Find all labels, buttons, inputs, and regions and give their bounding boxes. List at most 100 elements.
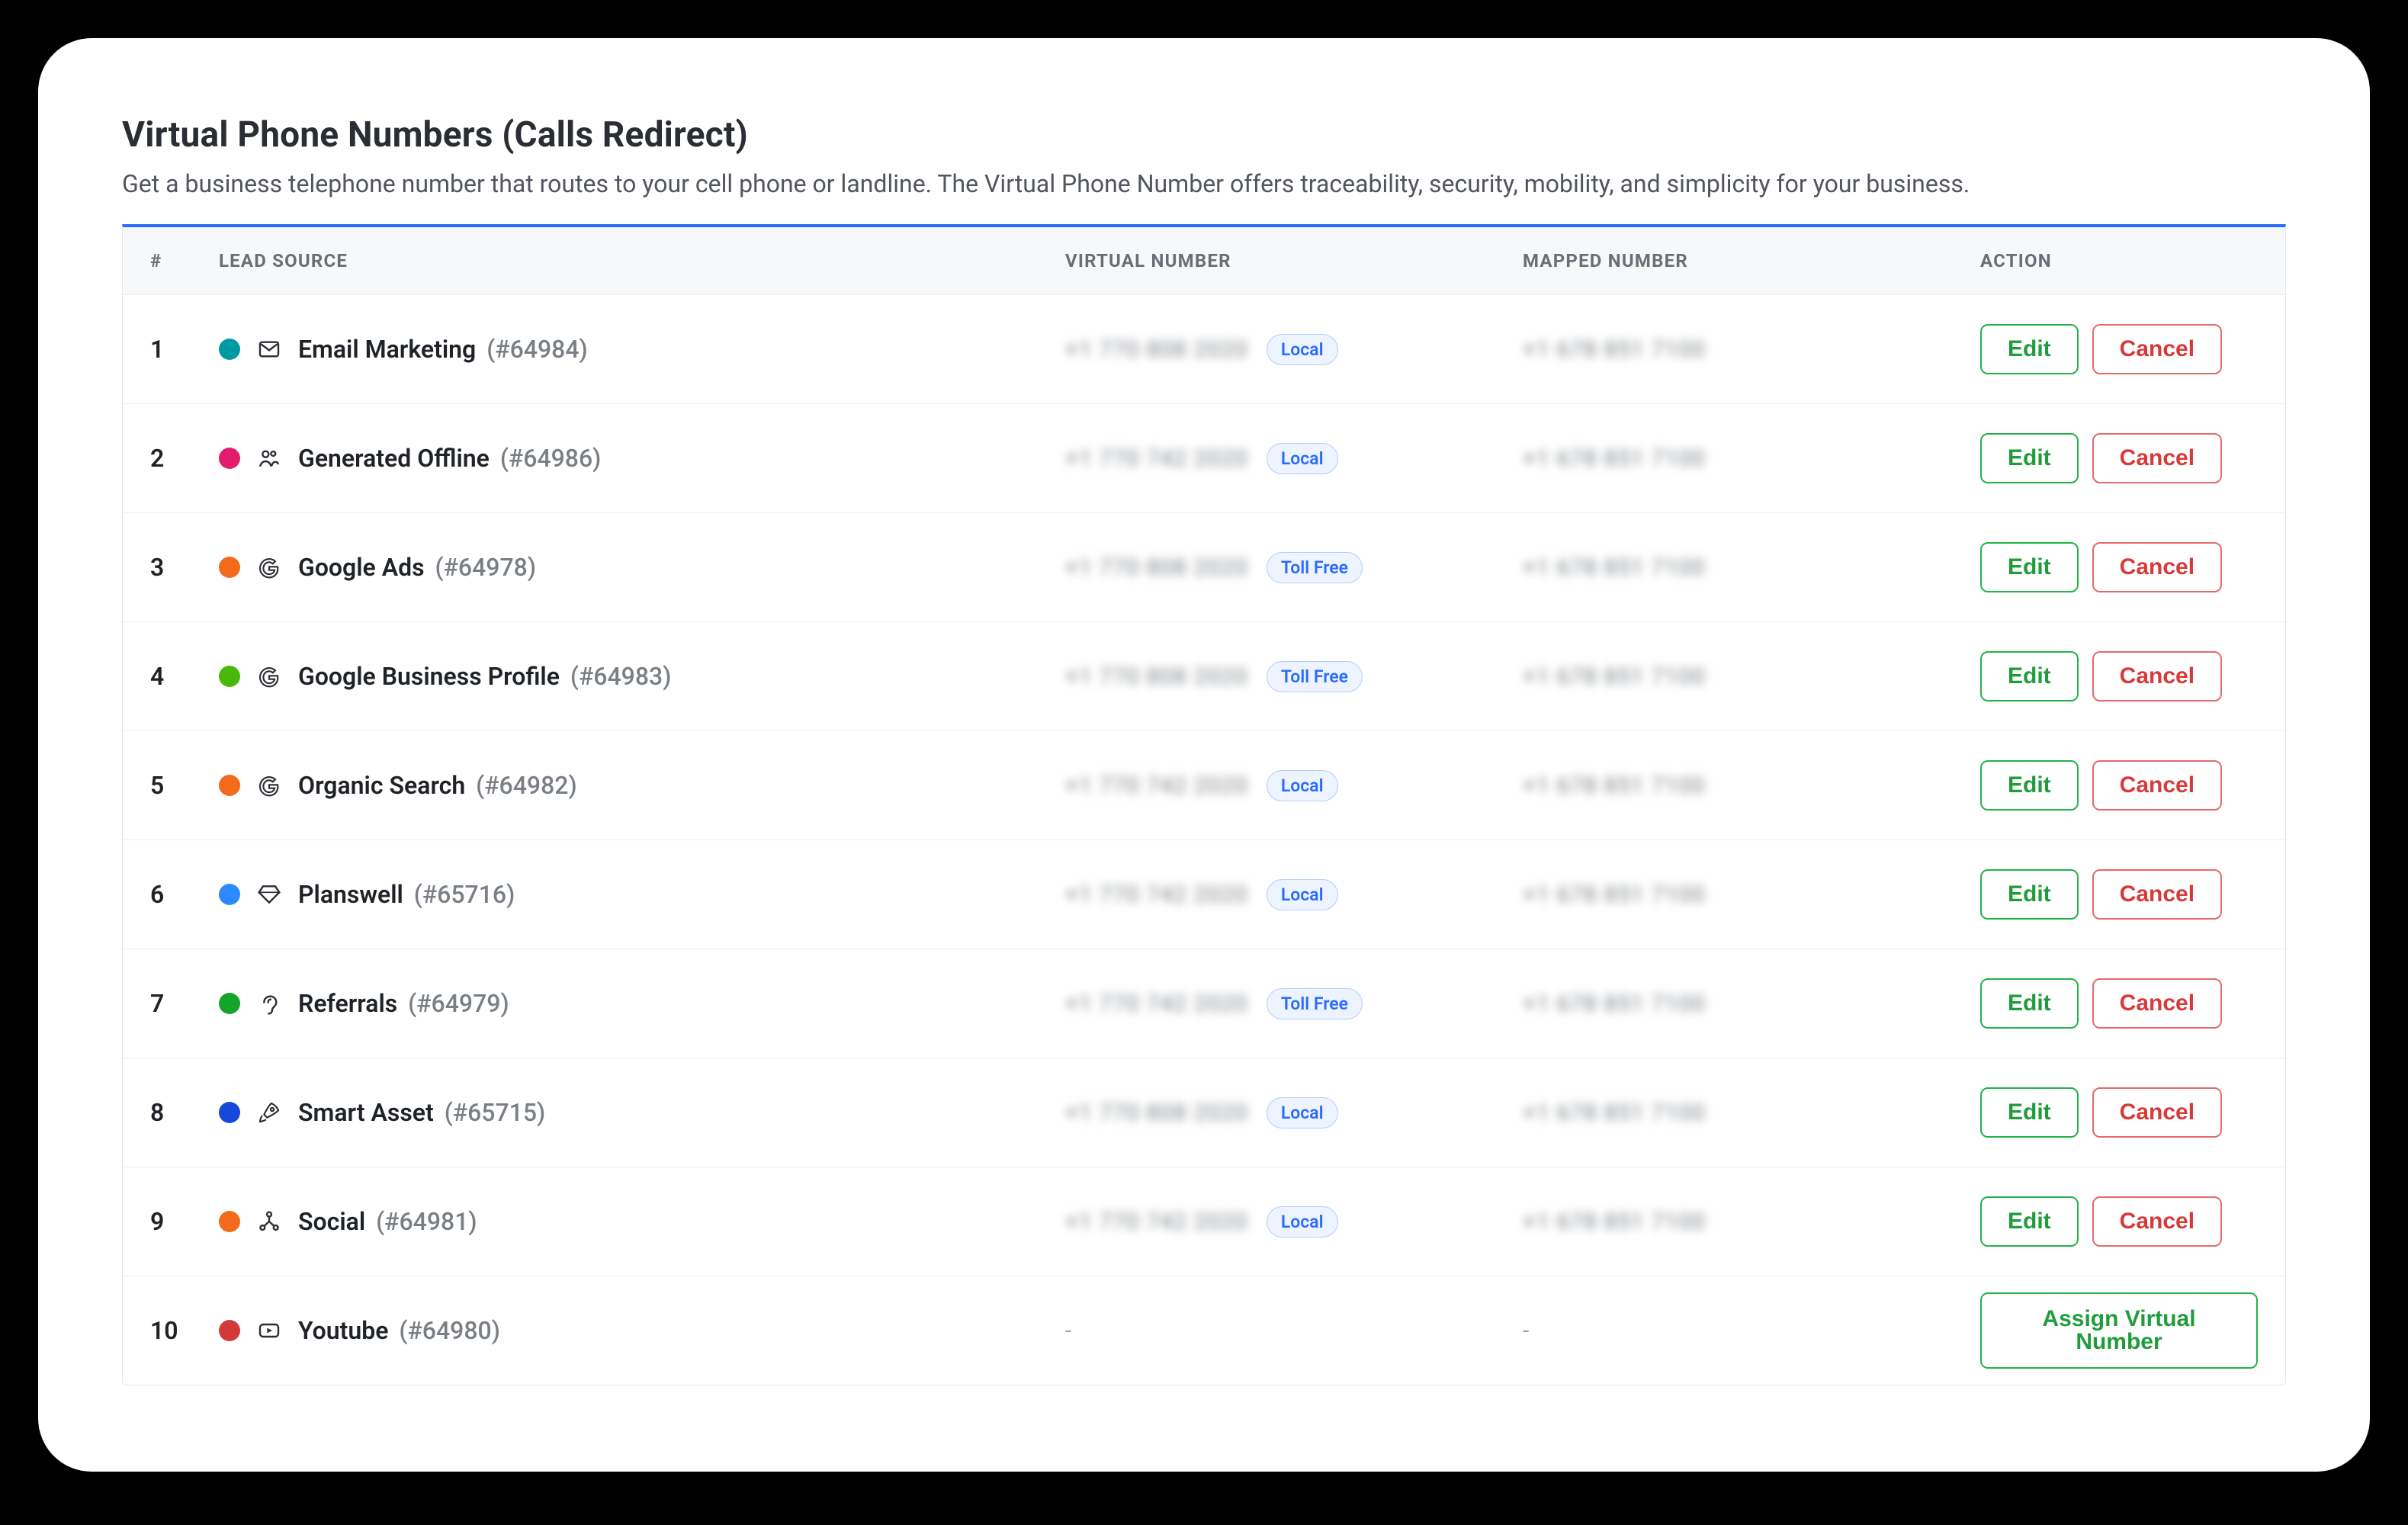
lead-color-dot xyxy=(219,1211,240,1232)
cell-actions: Edit Cancel xyxy=(1980,542,2258,592)
lead-source-label: Organic Search (#64982) xyxy=(298,771,577,800)
table-row: 6Planswell (#65716)+1 770 742 2020Local+… xyxy=(123,840,2285,949)
cancel-button[interactable]: Cancel xyxy=(2092,542,2222,592)
lead-color-dot xyxy=(219,884,240,905)
cancel-button[interactable]: Cancel xyxy=(2092,433,2222,483)
cancel-button[interactable]: Cancel xyxy=(2092,760,2222,811)
google-icon xyxy=(257,773,281,798)
col-header-action: ACTION xyxy=(1980,250,2258,271)
table-row: 2 Generated Offline (#64986) +1 770 742 20… xyxy=(123,403,2285,512)
cell-virtual-number: - xyxy=(1065,1318,1523,1344)
rocket-icon xyxy=(257,1100,281,1125)
mapped-number-value: +1 678 851 7100 xyxy=(1523,881,1706,908)
lead-source-label: Email Marketing (#64984) xyxy=(298,335,588,364)
cell-actions: Edit Cancel xyxy=(1980,760,2258,811)
lead-source-label: Generated Offline (#64986) xyxy=(298,444,601,473)
cell-mapped-number: +1 678 851 7100 xyxy=(1523,772,1980,799)
google-icon xyxy=(257,555,281,580)
lead-color-dot xyxy=(219,775,240,796)
cancel-button[interactable]: Cancel xyxy=(2092,978,2222,1029)
edit-button[interactable]: Edit xyxy=(1980,542,2079,592)
numbers-table: # LEAD SOURCE VIRTUAL NUMBER MAPPED NUMB… xyxy=(122,224,2286,1385)
edit-button[interactable]: Edit xyxy=(1980,978,2079,1029)
lead-source-label: Google Ads (#64978) xyxy=(298,553,536,582)
lead-color-dot xyxy=(219,448,240,469)
edit-button[interactable]: Edit xyxy=(1980,651,2079,702)
cancel-button[interactable]: Cancel xyxy=(2092,1087,2222,1138)
edit-button[interactable]: Edit xyxy=(1980,433,2079,483)
cell-virtual-number: +1 770 808 2020Toll Free xyxy=(1065,552,1523,583)
number-type-pill: Local xyxy=(1267,879,1338,910)
lead-source-label: Google Business Profile (#64983) xyxy=(298,662,671,691)
cell-virtual-number: +1 770 808 2020Toll Free xyxy=(1065,661,1523,692)
edit-button[interactable]: Edit xyxy=(1980,1196,2079,1247)
cell-virtual-number: +1 770 742 2020Local xyxy=(1065,443,1523,474)
cell-mapped-number: +1 678 851 7100 xyxy=(1523,990,1980,1017)
cell-index: 2 xyxy=(150,444,219,473)
google-icon xyxy=(257,664,281,689)
cell-virtual-number: +1 770 742 2020 Local xyxy=(1065,879,1523,910)
cancel-button[interactable]: Cancel xyxy=(2092,1196,2222,1247)
col-header-lead-source: LEAD SOURCE xyxy=(219,250,1065,271)
cell-actions: Edit Cancel xyxy=(1980,651,2258,702)
virtual-number-value: +1 770 742 2020 xyxy=(1065,772,1248,799)
table-header: # LEAD SOURCE VIRTUAL NUMBER MAPPED NUMB… xyxy=(123,227,2285,294)
cell-lead-source: Referrals (#64979) xyxy=(219,989,1065,1018)
cell-lead-source: Generated Offline (#64986) xyxy=(219,444,1065,473)
cell-index: 9 xyxy=(150,1207,219,1236)
virtual-number-value: +1 770 808 2020 xyxy=(1065,554,1248,581)
mapped-number-value: +1 678 851 7100 xyxy=(1523,772,1706,799)
cancel-button[interactable]: Cancel xyxy=(2092,869,2222,920)
mapped-number-value: +1 678 851 7100 xyxy=(1523,1100,1706,1126)
virtual-number-value: +1 770 742 2020 xyxy=(1065,990,1248,1017)
cell-lead-source: Youtube (#64980) xyxy=(219,1316,1065,1345)
mapped-number-value: +1 678 851 7100 xyxy=(1523,445,1706,472)
edit-button[interactable]: Edit xyxy=(1980,324,2079,374)
edit-button[interactable]: Edit xyxy=(1980,1087,2079,1138)
edit-button[interactable]: Edit xyxy=(1980,869,2079,920)
cell-lead-source: Social (#64981) xyxy=(219,1207,1065,1236)
cell-actions: Edit Cancel xyxy=(1980,433,2258,483)
mapped-number-value: +1 678 851 7100 xyxy=(1523,554,1706,581)
number-type-pill: Local xyxy=(1267,334,1338,365)
cell-virtual-number: +1 770 742 2020Toll Free xyxy=(1065,988,1523,1019)
assign-virtual-number-button[interactable]: Assign Virtual Number xyxy=(1980,1292,2258,1369)
youtube-icon xyxy=(257,1318,281,1343)
cell-mapped-number: +1 678 851 7100 xyxy=(1523,336,1980,363)
virtual-number-value: +1 770 742 2020 xyxy=(1065,1209,1248,1235)
cell-actions: Edit Cancel xyxy=(1980,869,2258,920)
table-row: 9Social (#64981)+1 770 742 2020 Local +1 6… xyxy=(123,1167,2285,1276)
page-subtitle: Get a business telephone number that rou… xyxy=(122,169,2286,198)
cell-mapped-number: +1 678 851 7100 xyxy=(1523,1100,1980,1126)
table-body: 1Email Marketing (#64984)+1 770 808 2020… xyxy=(123,294,2285,1385)
cancel-button[interactable]: Cancel xyxy=(2092,651,2222,702)
number-type-pill: Local xyxy=(1267,770,1338,801)
col-header-virtual-number: VIRTUAL NUMBER xyxy=(1065,250,1523,271)
table-row: 3 Google Ads (#64978) +1 770 808 2020Toll … xyxy=(123,512,2285,621)
cancel-button[interactable]: Cancel xyxy=(2092,324,2222,374)
cell-index: 3 xyxy=(150,553,219,582)
share-icon xyxy=(257,1209,281,1234)
cell-actions: Edit Cancel xyxy=(1980,1087,2258,1138)
lead-color-dot xyxy=(219,666,240,687)
cell-actions: Edit Cancel xyxy=(1980,324,2258,374)
content-card: Virtual Phone Numbers (Calls Redirect) G… xyxy=(38,38,2370,1472)
cell-index: 8 xyxy=(150,1098,219,1127)
lead-source-label: Planswell (#65716) xyxy=(298,880,515,909)
cell-index: 4 xyxy=(150,662,219,691)
mail-icon xyxy=(257,337,281,361)
number-type-pill: Toll Free xyxy=(1267,661,1363,692)
cell-index: 6 xyxy=(150,880,219,909)
number-type-pill: Local xyxy=(1267,1206,1338,1238)
lead-source-label: Smart Asset (#65715) xyxy=(298,1098,545,1127)
lead-color-dot xyxy=(219,993,240,1014)
cell-lead-source: Email Marketing (#64984) xyxy=(219,335,1065,364)
edit-button[interactable]: Edit xyxy=(1980,760,2079,811)
virtual-number-value: +1 770 742 2020 xyxy=(1065,881,1248,908)
cell-mapped-number: +1 678 851 7100 xyxy=(1523,1209,1980,1235)
cell-mapped-number: +1 678 851 7100 xyxy=(1523,445,1980,472)
app-window: Virtual Phone Numbers (Calls Redirect) G… xyxy=(0,0,2408,1525)
number-type-pill: Local xyxy=(1267,1097,1338,1128)
cell-actions: Edit Cancel xyxy=(1980,1196,2258,1247)
table-row: 8Smart Asset (#65715)+1 770 808 2020Loca… xyxy=(123,1058,2285,1167)
